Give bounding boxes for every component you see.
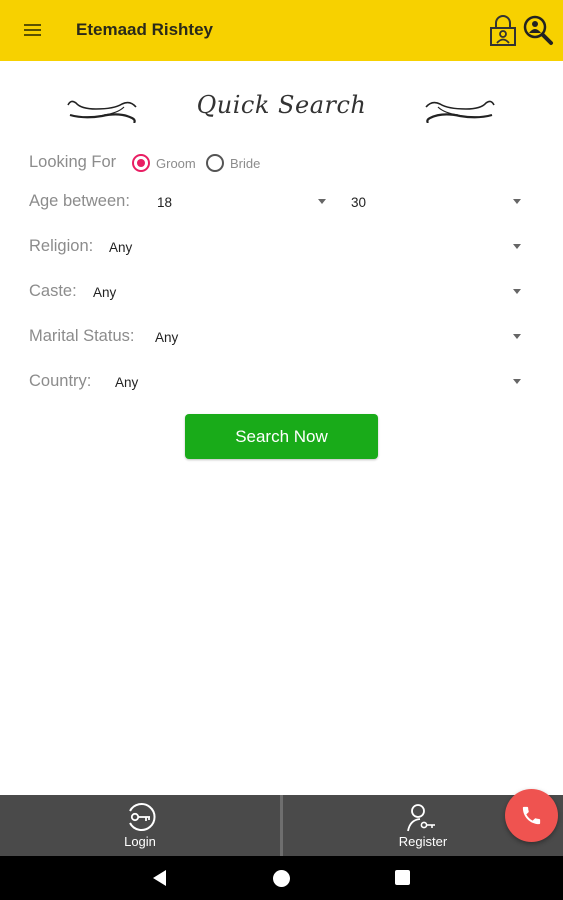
caste-label: Caste: — [29, 282, 77, 300]
home-circle-icon[interactable] — [273, 870, 290, 887]
quick-search-heading-area: Quick Search — [0, 85, 563, 135]
user-lock-icon[interactable] — [488, 14, 518, 46]
dropdown-arrow-icon — [513, 379, 521, 384]
dropdown-arrow-icon — [513, 289, 521, 294]
groom-radio-label: Groom — [156, 156, 196, 171]
login-label: Login — [124, 834, 156, 849]
login-tab[interactable]: Login — [0, 795, 280, 856]
bride-radio[interactable]: Bride — [206, 154, 266, 174]
dropdown-arrow-icon — [318, 199, 326, 204]
age-max-dropdown[interactable]: 30 — [351, 187, 525, 217]
marital-status-value: Any — [155, 330, 179, 345]
age-min-value: 18 — [157, 195, 173, 210]
groom-radio-circle[interactable] — [132, 154, 150, 172]
system-nav-bar — [0, 856, 563, 900]
groom-radio[interactable]: Groom — [132, 154, 202, 174]
marital-status-row: Marital Status: Any — [0, 322, 563, 352]
marital-status-dropdown[interactable]: Any — [155, 322, 525, 352]
dropdown-arrow-icon — [513, 334, 521, 339]
app-title: Etemaad Rishtey — [76, 20, 213, 39]
flourish-right-ornament — [425, 100, 495, 123]
user-key-icon — [407, 804, 435, 832]
age-label: Age between: — [29, 192, 130, 210]
caste-row: Caste: Any — [0, 277, 563, 307]
search-user-icon[interactable] — [522, 14, 554, 46]
country-label: Country: — [29, 372, 92, 390]
looking-for-row: Looking For Groom Bride — [0, 148, 563, 178]
bride-radio-circle[interactable] — [206, 154, 224, 172]
search-now-button[interactable]: Search Now — [185, 414, 378, 459]
marital-status-label: Marital Status: — [29, 327, 135, 345]
app-bar: Etemaad Rishtey — [0, 0, 563, 61]
religion-row: Religion: Any — [0, 232, 563, 262]
key-login-icon — [129, 803, 156, 831]
caste-dropdown[interactable]: Any — [93, 277, 525, 307]
recents-square-icon[interactable] — [395, 870, 410, 885]
age-max-value: 30 — [351, 195, 367, 210]
country-row: Country: Any — [0, 367, 563, 397]
hamburger-menu-icon[interactable] — [22, 21, 44, 41]
country-dropdown[interactable]: Any — [115, 367, 525, 397]
caste-value: Any — [93, 285, 117, 300]
dropdown-arrow-icon — [513, 199, 521, 204]
back-triangle-icon[interactable] — [153, 870, 166, 886]
religion-dropdown[interactable]: Any — [109, 232, 525, 262]
religion-value: Any — [109, 240, 133, 255]
age-min-dropdown[interactable]: 18 — [157, 187, 329, 217]
looking-for-label: Looking For — [29, 153, 117, 171]
call-fab-button[interactable] — [505, 789, 558, 842]
bride-radio-label: Bride — [230, 156, 261, 171]
religion-label: Religion: — [29, 237, 94, 255]
phone-icon — [522, 806, 541, 825]
age-row: Age between: 18 30 — [0, 187, 563, 217]
country-value: Any — [115, 375, 139, 390]
dropdown-arrow-icon — [513, 244, 521, 249]
bottom-nav-bar: Login Register — [0, 795, 563, 856]
